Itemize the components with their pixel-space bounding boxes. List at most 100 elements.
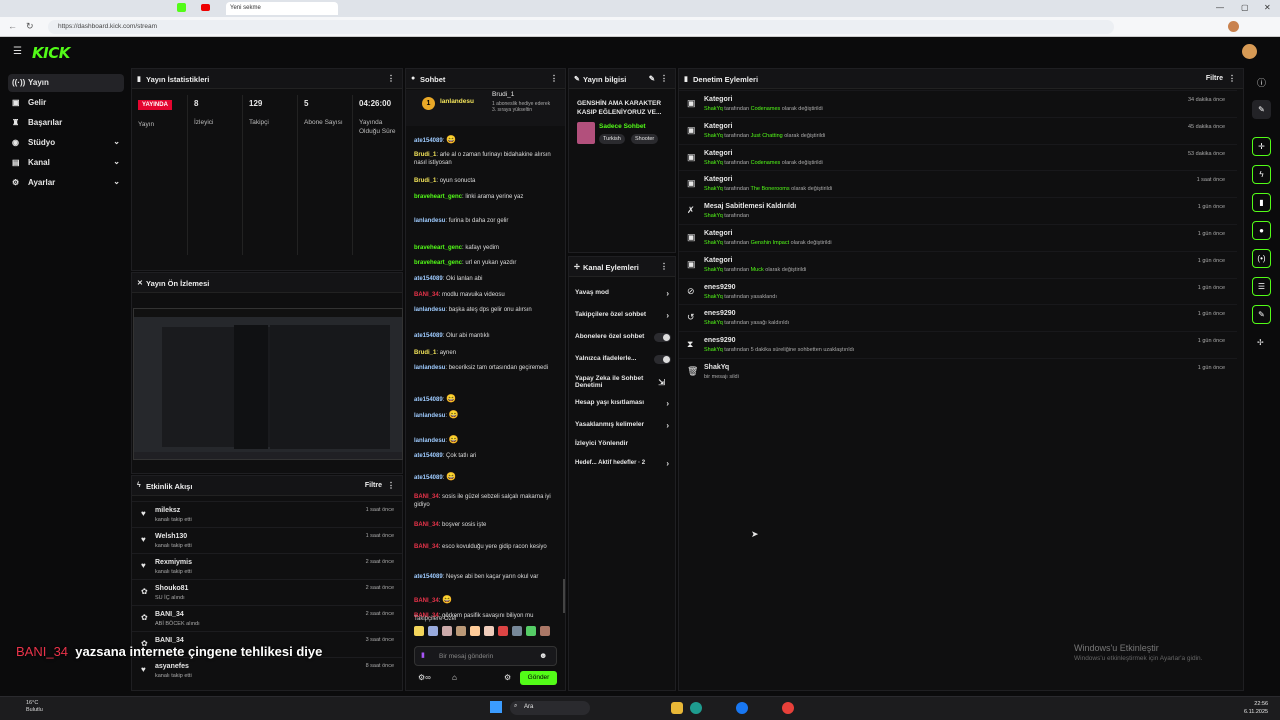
chat-username[interactable]: ate154089: [414, 138, 443, 144]
chat-username[interactable]: BANI_34: [414, 522, 439, 528]
emote-icon[interactable]: [526, 626, 536, 636]
tag-chip[interactable]: Shooter: [631, 134, 659, 144]
emote-icon[interactable]: [456, 626, 466, 636]
chat-username[interactable]: BANI_34: [414, 544, 439, 550]
emoji-icon[interactable]: ☻: [539, 651, 547, 660]
category-name[interactable]: Sadece Sohbet: [599, 123, 646, 130]
rail-doc-button[interactable]: ▮: [1252, 193, 1271, 212]
emote-icon[interactable]: [470, 626, 480, 636]
back-icon[interactable]: ←: [8, 21, 17, 31]
chat-username[interactable]: BANI_34: [414, 494, 439, 500]
chat-username[interactable]: ate154089: [414, 333, 443, 339]
chat-username[interactable]: braveheart_genc: [414, 194, 462, 200]
facebook-icon[interactable]: [736, 702, 748, 714]
send-button[interactable]: Gönder: [520, 671, 557, 685]
gear-icon[interactable]: ⚙: [504, 673, 511, 682]
url-input[interactable]: https://dashboard.kick.com/stream: [48, 20, 1114, 34]
chat-username[interactable]: Brudi_1: [414, 350, 436, 356]
chat-username[interactable]: ate154089: [414, 475, 443, 481]
close-window-button[interactable]: ✕: [1264, 3, 1271, 12]
kebab-menu-icon[interactable]: ⋮: [387, 481, 395, 490]
mod-action-detail: ShakYq tarafından yasaklandı: [704, 293, 777, 300]
emote-icon[interactable]: [428, 626, 438, 636]
account-age-row[interactable]: Hesap yaşı kısıtlaması ›: [569, 399, 677, 421]
chat-username[interactable]: braveheart_genc: [414, 245, 462, 251]
maximize-button[interactable]: ▢: [1241, 3, 1249, 12]
sidebar-item-yayin[interactable]: ((·)) Yayın: [8, 74, 124, 92]
chat-username[interactable]: ate154089: [414, 397, 443, 403]
sidebar-item-studyo[interactable]: ◉ Stüdyo ⌄: [8, 134, 124, 152]
kebab-menu-icon[interactable]: ⋮: [550, 74, 558, 83]
emote-icon[interactable]: [512, 626, 522, 636]
reload-icon[interactable]: ↻: [26, 21, 34, 32]
chat-username[interactable]: ate154089: [414, 276, 443, 282]
chat-settings-icon[interactable]: ⚙∞: [418, 673, 431, 682]
profile-avatar[interactable]: [1228, 21, 1239, 32]
kebab-menu-icon[interactable]: ⋮: [387, 74, 395, 83]
browser-tab-new[interactable]: Yeni sekme: [226, 2, 338, 15]
ai-moderation-row[interactable]: Yapay Zeka ile Sohbet Denetimi ⇲: [569, 375, 673, 397]
chat-username[interactable]: lanlandesu: [414, 307, 445, 313]
rail-wrench-button[interactable]: ✎: [1252, 305, 1271, 324]
youtube-tab-icon[interactable]: [201, 4, 210, 11]
chat-username[interactable]: braveheart_genc: [414, 260, 462, 266]
chat-username[interactable]: lanlandesu: [414, 218, 445, 224]
rail-bolt-button[interactable]: ϟ: [1252, 165, 1271, 184]
kebab-menu-icon[interactable]: ⋮: [1228, 74, 1236, 83]
sidebar-item-gelir[interactable]: ▣ Gelir: [8, 94, 124, 112]
chat-username[interactable]: BANI_34: [414, 598, 439, 604]
emotes-toggle[interactable]: [654, 355, 671, 364]
sidebar-item-kanal[interactable]: ▤ Kanal ⌄: [8, 154, 124, 172]
emote-icon[interactable]: [414, 626, 424, 636]
sidebar-item-ayarlar[interactable]: ⚙ Ayarlar ⌄: [8, 174, 124, 192]
filter-button[interactable]: Filtre: [365, 482, 382, 489]
user-avatar[interactable]: [1242, 44, 1257, 59]
kick-logo[interactable]: KICK: [32, 44, 70, 62]
emote-icon[interactable]: [484, 626, 494, 636]
emote-icon[interactable]: [540, 626, 550, 636]
sidebar-item-basarilar[interactable]: ♜ Başarılar: [8, 114, 124, 132]
filter-button[interactable]: Filtre: [1206, 75, 1223, 82]
stream-preview-video[interactable]: [133, 308, 403, 460]
followers-only-row[interactable]: Takipçilere özel sohbet ›: [569, 311, 677, 333]
emotes-only-row[interactable]: Yalnızca ifadelerle...: [569, 355, 677, 377]
chat-input-box[interactable]: ▮ Bir mesaj gönderin ☻: [414, 646, 557, 666]
goals-row[interactable]: Hedef... Aktif hedefler · 2 ›: [569, 459, 677, 481]
chat-username[interactable]: lanlandesu: [414, 413, 445, 419]
chat-username[interactable]: lanlandesu: [414, 438, 445, 444]
rail-target-button[interactable]: ✛: [1252, 137, 1271, 156]
chat-username[interactable]: lanlandesu: [414, 365, 445, 371]
chat-username[interactable]: BANI_34: [414, 292, 439, 298]
taskbar-search[interactable]: ⌕ Ara: [510, 701, 590, 715]
chat-username[interactable]: Brudi_1: [414, 178, 436, 184]
start-button[interactable]: [490, 701, 502, 713]
rail-list-button[interactable]: ☰: [1252, 277, 1271, 296]
slow-mode-row[interactable]: Yavaş mod ›: [569, 289, 677, 311]
chrome-icon[interactable]: [782, 702, 794, 714]
gift-icon[interactable]: ⌂: [452, 673, 457, 682]
chat-username[interactable]: Brudi_1: [414, 152, 436, 158]
edge-icon[interactable]: [690, 702, 702, 714]
kick-tab-icon[interactable]: [177, 3, 186, 12]
taskbar-clock[interactable]: 22:56 6.11.2025: [1244, 700, 1268, 716]
subscribers-toggle[interactable]: [654, 333, 671, 342]
minimize-button[interactable]: —: [1216, 3, 1224, 12]
chat-scrollbar[interactable]: [563, 579, 565, 613]
rail-edit-button[interactable]: ✎: [1252, 100, 1271, 119]
emote-icon[interactable]: [498, 626, 508, 636]
tag-chip[interactable]: Turkish: [599, 134, 625, 144]
weather-widget[interactable]: 16°C Bulutlu: [26, 700, 43, 714]
chat-username[interactable]: ate154089: [414, 574, 443, 580]
hamburger-menu-icon[interactable]: ☰: [13, 46, 22, 57]
rail-chat-button[interactable]: ●: [1252, 221, 1271, 240]
kebab-menu-icon[interactable]: ⋮: [660, 74, 668, 83]
kebab-menu-icon[interactable]: ⋮: [660, 262, 668, 271]
emote-icon[interactable]: [442, 626, 452, 636]
rail-more-icon[interactable]: ✢: [1257, 338, 1264, 347]
edit-icon[interactable]: ✎: [649, 74, 655, 83]
subscribers-only-row[interactable]: Abonelere özel sohbet: [569, 333, 677, 355]
rail-broadcast-button[interactable]: (•): [1252, 249, 1271, 268]
info-icon[interactable]: ⓘ: [1257, 76, 1266, 89]
chat-username[interactable]: ate154089: [414, 453, 443, 459]
file-explorer-icon[interactable]: [671, 702, 683, 714]
